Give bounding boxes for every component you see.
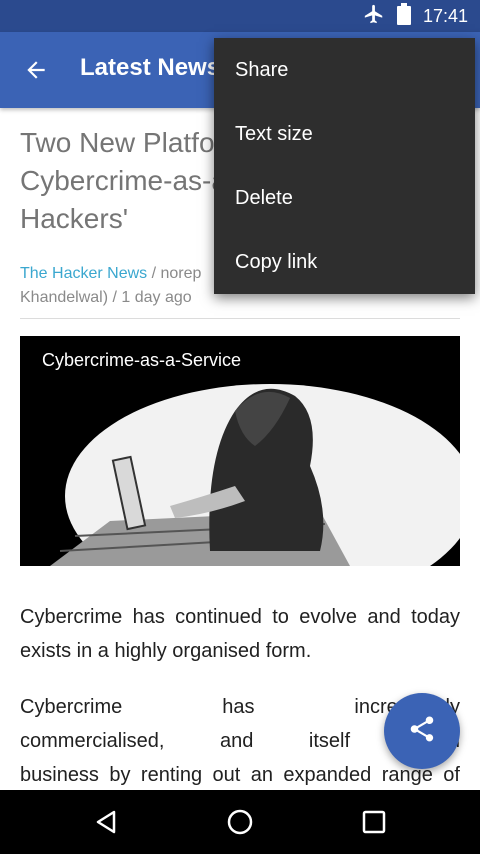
arrow-back-icon[interactable] xyxy=(18,52,54,88)
menu-item-share[interactable]: Share xyxy=(214,38,475,102)
navigation-bar xyxy=(0,790,480,854)
share-fab[interactable] xyxy=(384,693,460,769)
status-bar: 17:41 xyxy=(0,0,480,32)
menu-item-copy-link[interactable]: Copy link xyxy=(214,230,475,294)
article-image: Cybercrime-as-a-Service xyxy=(20,336,460,566)
article-paragraph: Cybercrime has continued to evolve and t… xyxy=(20,606,460,662)
overflow-menu: Share Text size Delete Copy link xyxy=(214,38,475,294)
author-email: / norep xyxy=(147,265,202,282)
headline-line: Hackers' xyxy=(20,203,129,234)
menu-item-text-size[interactable]: Text size xyxy=(214,102,475,166)
back-triangle-icon[interactable] xyxy=(88,804,124,840)
app-title: Latest News xyxy=(80,54,221,81)
author-date: Khandelwal) / 1 day ago xyxy=(20,289,192,306)
headline-line: Two New Platfor xyxy=(20,127,224,158)
divider xyxy=(20,318,460,319)
home-circle-icon[interactable] xyxy=(222,804,258,840)
recents-square-icon[interactable] xyxy=(356,804,392,840)
source-link[interactable]: The Hacker News xyxy=(20,265,147,282)
share-icon xyxy=(407,714,437,749)
image-caption: Cybercrime-as-a-Service xyxy=(42,350,242,370)
menu-item-delete[interactable]: Delete xyxy=(214,166,475,230)
battery-icon xyxy=(396,2,411,30)
headline-line: Cybercrime-as-a- xyxy=(20,165,237,196)
airplane-icon xyxy=(363,3,385,30)
paragraph-line: business by renting out an expanded rang… xyxy=(20,764,460,786)
status-time: 17:41 xyxy=(422,5,468,26)
